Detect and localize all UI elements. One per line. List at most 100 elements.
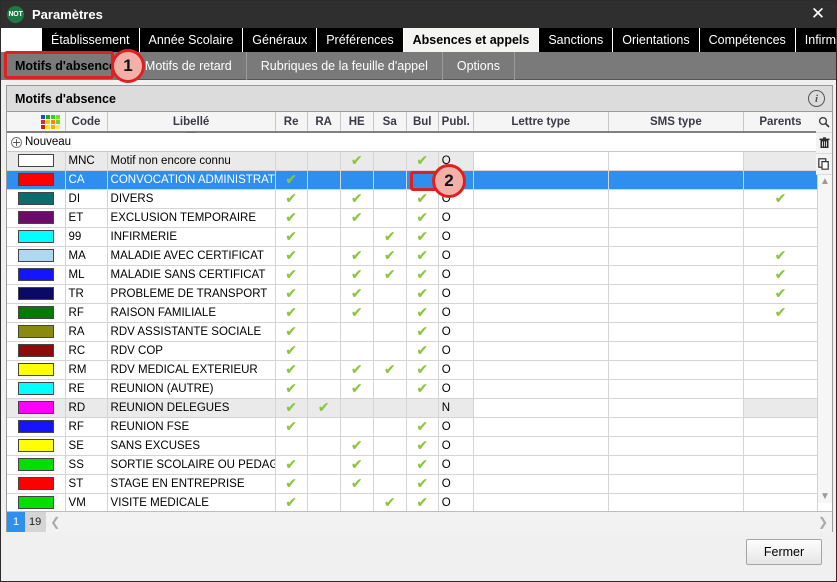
cell-parents[interactable]: ✔ bbox=[743, 246, 819, 266]
cell-he[interactable] bbox=[340, 322, 374, 342]
cell-ra[interactable] bbox=[307, 189, 341, 209]
cell-sa[interactable] bbox=[373, 379, 407, 399]
tab-orientations[interactable]: Orientations bbox=[613, 28, 700, 52]
cell-sms-type[interactable] bbox=[608, 398, 744, 418]
cell-libelle[interactable]: EXCLUSION TEMPORAIRE bbox=[107, 208, 276, 228]
cell-publ[interactable]: O bbox=[438, 436, 474, 456]
cell-publ[interactable]: O bbox=[438, 379, 474, 399]
tab-tablissement[interactable]: Établissement bbox=[42, 28, 140, 52]
cell-he[interactable]: ✔ bbox=[340, 151, 374, 171]
cell-color-swatch[interactable] bbox=[7, 170, 66, 190]
color-swatch[interactable] bbox=[17, 382, 54, 395]
cell-ra[interactable] bbox=[307, 436, 341, 456]
cell-publ[interactable]: N bbox=[438, 398, 474, 418]
cell-sa[interactable] bbox=[373, 303, 407, 323]
cell-code[interactable]: RC bbox=[65, 341, 108, 361]
cell-parents[interactable] bbox=[743, 360, 819, 380]
cell-sa[interactable] bbox=[373, 398, 407, 418]
cell-color-swatch[interactable] bbox=[7, 284, 66, 304]
cell-re[interactable]: ✔ bbox=[275, 246, 308, 266]
cell-parents[interactable]: ✔ bbox=[743, 284, 819, 304]
column-header-lettre[interactable]: Lettre type bbox=[473, 112, 609, 133]
cell-sms-type[interactable] bbox=[608, 284, 744, 304]
cell-bul[interactable] bbox=[406, 170, 439, 190]
cell-sa[interactable]: ✔ bbox=[373, 493, 407, 513]
color-swatch[interactable] bbox=[17, 154, 54, 167]
column-header-ra[interactable]: RA bbox=[307, 112, 341, 133]
color-swatch[interactable] bbox=[17, 230, 54, 243]
cell-parents[interactable] bbox=[743, 493, 819, 513]
column-header-code[interactable]: Code bbox=[65, 112, 108, 133]
cell-re[interactable]: ✔ bbox=[275, 227, 308, 247]
tab-pr-f-rences[interactable]: Préférences bbox=[317, 28, 404, 52]
cell-sa[interactable] bbox=[373, 322, 407, 342]
table-row[interactable]: CA CONVOCATION ADMINISTRATIV ✔ bbox=[7, 170, 819, 190]
cell-code[interactable]: MNC bbox=[65, 151, 108, 171]
cell-lettre-type[interactable] bbox=[473, 455, 609, 475]
cell-bul[interactable]: ✔ bbox=[406, 265, 439, 285]
cell-ra[interactable] bbox=[307, 341, 341, 361]
cell-color-swatch[interactable] bbox=[7, 303, 66, 323]
cell-re[interactable] bbox=[275, 151, 308, 171]
cell-sms-type[interactable] bbox=[608, 246, 744, 266]
cell-code[interactable]: RA bbox=[65, 322, 108, 342]
cell-lettre-type[interactable] bbox=[473, 379, 609, 399]
cell-libelle[interactable]: REUNION FSE bbox=[107, 417, 276, 437]
cell-re[interactable]: ✔ bbox=[275, 322, 308, 342]
cell-libelle[interactable]: RDV ASSISTANTE SOCIALE bbox=[107, 322, 276, 342]
cell-sa[interactable] bbox=[373, 341, 407, 361]
color-swatch[interactable] bbox=[17, 420, 54, 433]
cell-lettre-type[interactable] bbox=[473, 360, 609, 380]
cell-sms-type[interactable] bbox=[608, 360, 744, 380]
cell-lettre-type[interactable] bbox=[473, 398, 609, 418]
table-row[interactable]: RC RDV COP ✔ ✔ O bbox=[7, 341, 819, 361]
cell-sms-type[interactable] bbox=[608, 303, 744, 323]
cell-libelle[interactable]: CONVOCATION ADMINISTRATIV bbox=[107, 170, 276, 190]
cell-code[interactable]: RM bbox=[65, 360, 108, 380]
cell-he[interactable]: ✔ bbox=[340, 246, 374, 266]
color-palette-icon[interactable] bbox=[40, 114, 60, 129]
color-swatch[interactable] bbox=[17, 306, 54, 319]
cell-color-swatch[interactable] bbox=[7, 151, 66, 171]
cell-ra[interactable] bbox=[307, 170, 341, 190]
cell-sa[interactable] bbox=[373, 474, 407, 494]
cell-parents[interactable]: ✔ bbox=[743, 265, 819, 285]
cell-bul[interactable]: ✔ bbox=[406, 284, 439, 304]
cell-libelle[interactable]: PROBLEME DE TRANSPORT bbox=[107, 284, 276, 304]
cell-lettre-type[interactable] bbox=[473, 474, 609, 494]
cell-color-swatch[interactable] bbox=[7, 322, 66, 342]
cell-sa[interactable]: ✔ bbox=[373, 227, 407, 247]
cell-lettre-type[interactable] bbox=[473, 246, 609, 266]
cell-sa[interactable] bbox=[373, 436, 407, 456]
cell-parents[interactable] bbox=[743, 208, 819, 228]
cell-libelle[interactable]: VISITE MEDICALE bbox=[107, 493, 276, 513]
tab-ann-e-scolaire[interactable]: Année Scolaire bbox=[139, 28, 244, 52]
cell-libelle[interactable]: INFIRMERIE bbox=[107, 227, 276, 247]
cell-he[interactable]: ✔ bbox=[340, 189, 374, 209]
cell-sa[interactable] bbox=[373, 284, 407, 304]
cell-sa[interactable] bbox=[373, 151, 407, 171]
color-swatch[interactable] bbox=[17, 173, 54, 186]
cell-he[interactable] bbox=[340, 227, 374, 247]
cell-code[interactable]: RD bbox=[65, 398, 108, 418]
cell-bul[interactable] bbox=[406, 398, 439, 418]
column-header-re[interactable]: Re bbox=[275, 112, 308, 133]
cell-ra[interactable] bbox=[307, 284, 341, 304]
cell-sa[interactable] bbox=[373, 189, 407, 209]
cell-he[interactable]: ✔ bbox=[340, 379, 374, 399]
cell-bul[interactable]: ✔ bbox=[406, 436, 439, 456]
chevron-right-icon[interactable]: ❯ bbox=[818, 515, 828, 529]
cell-publ[interactable]: O bbox=[438, 227, 474, 247]
color-swatch[interactable] bbox=[17, 287, 54, 300]
delete-icon[interactable] bbox=[816, 133, 832, 154]
cell-ra[interactable]: ✔ bbox=[307, 398, 341, 418]
cell-color-swatch[interactable] bbox=[7, 417, 66, 437]
cell-lettre-type[interactable] bbox=[473, 341, 609, 361]
tab-sanctions[interactable]: Sanctions bbox=[539, 28, 614, 52]
cell-ra[interactable] bbox=[307, 227, 341, 247]
cell-ra[interactable] bbox=[307, 303, 341, 323]
cell-parents[interactable] bbox=[743, 417, 819, 437]
cell-publ[interactable]: O bbox=[438, 151, 474, 171]
cell-parents[interactable] bbox=[743, 474, 819, 494]
cell-re[interactable]: ✔ bbox=[275, 284, 308, 304]
